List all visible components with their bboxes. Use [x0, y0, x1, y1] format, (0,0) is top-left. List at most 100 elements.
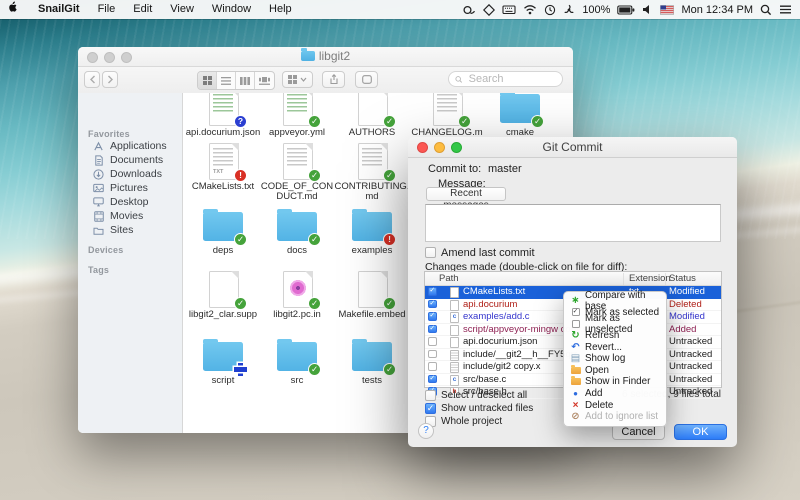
- folder-cmake[interactable]: cmake: [482, 93, 558, 138]
- file-authors[interactable]: AUTHORS: [334, 93, 410, 138]
- context-menu: ∗Compare with base Mark as selected Mark…: [563, 291, 667, 427]
- check-badge: [383, 169, 396, 182]
- recent-messages-button[interactable]: Recent messages: [426, 187, 506, 201]
- menu-item-compare-with-base[interactable]: ∗Compare with base: [564, 295, 666, 307]
- folder-deps[interactable]: deps: [185, 207, 261, 256]
- menu-file[interactable]: File: [89, 0, 125, 19]
- keyboard-status-icon[interactable]: [502, 4, 516, 15]
- forward-button[interactable]: [102, 71, 118, 88]
- input-language-flag-icon[interactable]: [660, 5, 674, 15]
- arrange-button[interactable]: [282, 71, 313, 88]
- file-appveyor-yml[interactable]: appveyor.yml: [259, 93, 335, 138]
- column-status[interactable]: Status: [669, 273, 696, 284]
- sidebar-item-desktop[interactable]: Desktop: [78, 195, 182, 209]
- row-checkbox[interactable]: [428, 337, 437, 346]
- menu-window[interactable]: Window: [203, 0, 260, 19]
- time-machine-icon[interactable]: [544, 4, 556, 16]
- menu-item-delete[interactable]: ×Delete: [564, 399, 666, 411]
- coverflow-view-button[interactable]: [255, 72, 274, 89]
- check-badge: [383, 363, 396, 376]
- row-checkbox[interactable]: [428, 325, 437, 334]
- ok-button[interactable]: OK: [674, 424, 727, 440]
- flower-thumbnail: [289, 279, 307, 297]
- help-button[interactable]: ?: [418, 423, 434, 439]
- back-button[interactable]: [84, 71, 100, 88]
- commit-to-label: Commit to:: [428, 163, 481, 175]
- row-checkbox[interactable]: [428, 375, 437, 384]
- row-checkbox[interactable]: [428, 300, 437, 309]
- sidebar-item-documents[interactable]: Documents: [78, 153, 182, 167]
- empty-checkbox-icon: [570, 320, 581, 328]
- folder-docs[interactable]: docs: [259, 207, 335, 256]
- check-badge: [308, 115, 321, 128]
- folder-tests[interactable]: tests: [334, 337, 410, 386]
- sidebar-section-devices: Devices: [78, 245, 182, 255]
- dialog-title-bar[interactable]: Git Commit: [408, 137, 737, 158]
- menu-item-show-log[interactable]: ▤Show log: [564, 353, 666, 365]
- share-button[interactable]: [322, 71, 345, 88]
- menu-edit[interactable]: Edit: [124, 0, 161, 19]
- sidebar-item-applications[interactable]: Applications: [78, 139, 182, 153]
- menu-item-revert[interactable]: ↶Revert...: [564, 341, 666, 353]
- commit-message-textarea[interactable]: [425, 204, 721, 242]
- folder-script[interactable]: script: [185, 337, 261, 386]
- volume-icon[interactable]: [642, 4, 653, 15]
- sidebar-item-movies[interactable]: Movies: [78, 209, 182, 223]
- sidebar-item-pictures[interactable]: Pictures: [78, 181, 182, 195]
- file-cmakelists-txt[interactable]: CMakeLists.txt: [185, 143, 261, 192]
- branch-name: master: [488, 163, 522, 175]
- search-input[interactable]: [467, 72, 556, 86]
- document-icon: [92, 155, 105, 166]
- menu-view[interactable]: View: [161, 0, 203, 19]
- tags-button[interactable]: [355, 71, 378, 88]
- menu-item-show-in-finder[interactable]: Show in Finder: [564, 376, 666, 388]
- select-all-checkbox[interactable]: [425, 390, 436, 401]
- file-libgit2-clar-supp[interactable]: libgit2_clar.supp: [185, 271, 261, 320]
- icon-view-button[interactable]: [198, 72, 217, 89]
- menu-item-open[interactable]: Open: [564, 365, 666, 377]
- folder-proxy-icon: [301, 51, 315, 61]
- plus-badge: [234, 363, 247, 376]
- show-untracked-checkbox[interactable]: [425, 403, 436, 414]
- wifi-icon[interactable]: [523, 4, 537, 15]
- question-badge: [234, 115, 247, 128]
- list-view-button[interactable]: [217, 72, 236, 89]
- file-code-of-conduct-md[interactable]: CODE_OF_CONDUCT.md: [259, 143, 335, 201]
- folder-src[interactable]: src: [259, 337, 335, 386]
- menu-item-add-to-ignore-list: ⊘Add to ignore list: [564, 411, 666, 423]
- check-badge: [383, 115, 396, 128]
- file-makefile-embed[interactable]: Makefile.embed: [334, 271, 410, 320]
- snailgit-status-icon[interactable]: [462, 4, 476, 16]
- file-libgit2-pc-in[interactable]: libgit2.pc.in: [259, 271, 335, 320]
- menu-help[interactable]: Help: [260, 0, 301, 19]
- column-view-button[interactable]: [236, 72, 255, 89]
- row-checkbox[interactable]: [428, 312, 437, 321]
- search-field[interactable]: [448, 71, 563, 87]
- menu-app-name[interactable]: SnailGit: [29, 0, 89, 19]
- battery-icon[interactable]: [617, 5, 635, 15]
- diamond-status-icon[interactable]: [483, 4, 495, 16]
- applications-icon: [92, 141, 105, 152]
- spotlight-icon[interactable]: [760, 4, 772, 16]
- menu-bar-clock[interactable]: Mon 12:34 PM: [681, 4, 753, 16]
- row-checkbox[interactable]: [428, 362, 437, 371]
- apple-menu[interactable]: [0, 0, 29, 20]
- movies-icon: [92, 211, 105, 222]
- sidebar-item-downloads[interactable]: Downloads: [78, 167, 182, 181]
- file-icon: [450, 362, 459, 373]
- column-path[interactable]: Path: [439, 273, 459, 284]
- amend-checkbox[interactable]: [425, 247, 436, 258]
- menu-item-mark-as-unselected[interactable]: Mark as unselected: [564, 318, 666, 330]
- row-checkbox[interactable]: [428, 287, 437, 296]
- menu-item-add[interactable]: ●Add: [564, 388, 666, 400]
- finder-title-bar[interactable]: libgit2: [78, 47, 573, 67]
- file-contributing-md[interactable]: CONTRIBUTING.md: [334, 143, 410, 201]
- file-icon: [450, 300, 459, 311]
- folder-examples[interactable]: examples: [334, 207, 410, 256]
- file-api-docurium-json[interactable]: api.docurium.json: [185, 93, 261, 138]
- fan-status-icon[interactable]: [563, 4, 575, 16]
- notification-center-icon[interactable]: [779, 4, 792, 15]
- row-checkbox[interactable]: [428, 350, 437, 359]
- dialog-title: Git Commit: [408, 137, 737, 157]
- sidebar-item-sites[interactable]: Sites: [78, 223, 182, 237]
